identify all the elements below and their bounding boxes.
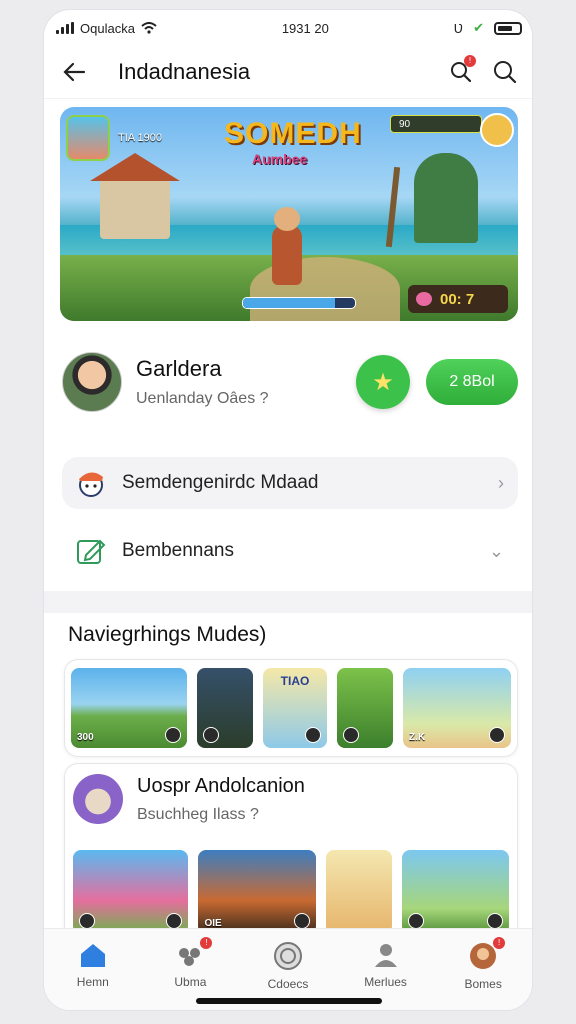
section-divider [44, 591, 532, 613]
signal-icon [56, 22, 74, 34]
avatar[interactable] [62, 352, 122, 412]
game-thumb-button[interactable] [407, 913, 424, 929]
game-thumb[interactable] [401, 850, 509, 934]
clock: 1931 20 [281, 20, 329, 36]
tab-label: Hemn [76, 975, 109, 989]
games-carousel: 300 TIAO Z.K [64, 659, 518, 757]
chevron-down-icon: ⌄ [488, 540, 504, 561]
star-icon: ★ [372, 368, 394, 396]
profile-action-button[interactable]: 2 8Bol [426, 359, 518, 405]
game-thumb[interactable] [73, 850, 189, 934]
game-logo-subtitle: Aumbee [252, 151, 308, 167]
game-thumb-button[interactable] [305, 727, 321, 743]
menu-item-label: Semdengenirdc Mdaad [122, 472, 319, 493]
game-thumb[interactable] [337, 668, 393, 748]
tab-label: Merlues [364, 975, 407, 989]
game-thumb-tag: 300 [77, 732, 94, 743]
banner-hud: 90 [390, 115, 482, 133]
section-title: Naviegrhings Mudes) [68, 623, 267, 646]
carrier-label: Oqulacka [80, 20, 135, 36]
phone-screen: Oqulacka 1931 20 Ʋ ✔ Indadnanesia ! TIA [44, 10, 532, 1010]
game-thumb-button[interactable] [79, 913, 95, 929]
tab-label: Ubma [174, 975, 207, 989]
search-icon [494, 61, 517, 84]
chat-button[interactable]: ★ [356, 355, 410, 409]
shield-icon: ✔ [473, 20, 484, 35]
app-header: Indadnanesia ! [44, 46, 532, 99]
notification-search-button[interactable]: ! [446, 55, 476, 87]
edit-icon [77, 539, 106, 564]
game-thumb-button[interactable] [343, 727, 359, 743]
vpn-icon: Ʋ [453, 20, 464, 36]
home-indicator [196, 998, 382, 1004]
games-icon [273, 942, 302, 970]
status-bar: Oqulacka 1931 20 Ʋ ✔ [44, 10, 532, 46]
menu-item-label: Bembennans [122, 540, 234, 561]
tab-friends[interactable]: ! Ubma [150, 937, 230, 989]
tab-profile[interactable]: Merlues [346, 941, 426, 989]
banner-top-label: TIA 1900 [118, 132, 163, 144]
search-button[interactable] [490, 57, 520, 87]
tab-games[interactable]: Cdoecs [248, 941, 328, 991]
mascot-icon [79, 472, 103, 497]
timer-value: 00: 7 [440, 290, 475, 308]
wifi-icon [141, 22, 157, 34]
banner-player: TIA 1900 [66, 115, 162, 161]
game-logo: SOMEDH [224, 117, 362, 150]
alert-badge: ! [464, 55, 476, 67]
game-thumb[interactable] [197, 668, 253, 748]
game-thumb-tag: Z.K [409, 732, 426, 743]
recommendation-avatar [73, 774, 123, 824]
recommendation-card[interactable]: Uospr Andolcanion Bsuchheg Ilass ? OIE [64, 763, 518, 939]
game-thumb-button[interactable] [203, 727, 219, 743]
profile-section: Garldera Uenlanday Oâes ? ★ 2 8Bol [44, 321, 532, 421]
recommendation-name: Uospr Andolcanion [137, 774, 305, 797]
featured-game-banner[interactable]: TIA 1900 SOMEDH Aumbee 90 00: 7 [60, 107, 518, 321]
banner-progress-bar [242, 297, 356, 309]
hud-avatar [480, 113, 514, 147]
timer-icon [416, 292, 432, 306]
game-thumb-button[interactable] [487, 913, 503, 929]
game-thumb-button[interactable] [293, 913, 310, 929]
tab-label: Bomes [464, 977, 502, 991]
game-thumb-button[interactable] [489, 727, 505, 743]
battery-icon [494, 21, 522, 35]
tab-avatar[interactable]: ! Bomes [443, 937, 523, 991]
game-thumb[interactable]: OIE [198, 850, 316, 934]
banner-temple [414, 153, 478, 243]
game-thumb[interactable]: 300 [71, 668, 187, 748]
tab-home[interactable]: Hemn [53, 941, 133, 989]
recommendation-subtitle: Bsuchheg Ilass ? [137, 805, 259, 823]
menu-item-edit[interactable]: Bembennans ⌄ [62, 525, 518, 577]
game-thumb-button[interactable] [165, 727, 181, 743]
profile-icon [374, 944, 397, 967]
banner-timer: 00: 7 [408, 285, 508, 313]
back-arrow-icon[interactable] [62, 62, 86, 82]
profile-name: Garldera [136, 356, 222, 381]
game-thumb-title: TIAO [280, 674, 310, 688]
banner-hut [90, 153, 180, 239]
notification-badge: ! [200, 937, 213, 949]
game-thumb[interactable] [325, 850, 392, 934]
game-thumb[interactable]: TIAO [263, 668, 327, 748]
page-title: Indadnanesia [118, 59, 251, 84]
game-thumb[interactable]: Z.K [403, 668, 511, 748]
chevron-right-icon: › [498, 472, 504, 493]
banner-hero [272, 207, 302, 285]
home-icon [80, 944, 105, 967]
notification-badge: ! [493, 937, 506, 949]
profile-subtitle: Uenlanday Oâes ? [136, 390, 269, 407]
game-thumb-button[interactable] [166, 913, 183, 929]
tab-label: Cdoecs [267, 977, 309, 991]
player-avatar [66, 115, 110, 161]
menu-item-mascot[interactable]: Semdengenirdc Mdaad › [62, 457, 518, 509]
